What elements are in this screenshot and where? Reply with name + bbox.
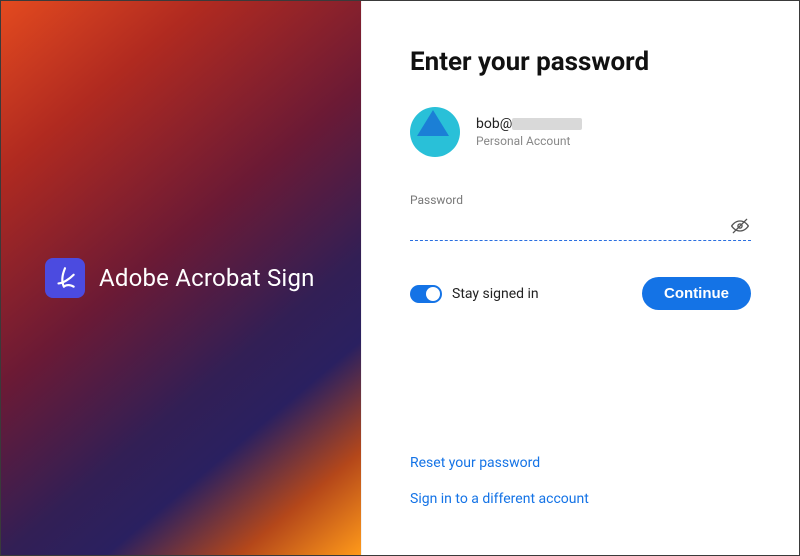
avatar	[410, 107, 460, 157]
stay-signed-in-toggle[interactable]	[410, 285, 442, 303]
stay-signed-in-label: Stay signed in	[452, 286, 539, 302]
password-label: Password	[410, 193, 751, 207]
email-prefix: bob@	[476, 116, 512, 132]
toggle-knob	[426, 287, 440, 301]
window: Adobe Acrobat Sign Enter your password b…	[0, 0, 800, 556]
page-title: Enter your password	[410, 47, 751, 77]
account-identity: bob@ Personal Account	[410, 107, 751, 157]
password-input[interactable]	[410, 214, 729, 238]
product-name: Adobe Acrobat Sign	[99, 264, 315, 292]
brand-lockup: Adobe Acrobat Sign	[45, 258, 315, 298]
account-type: Personal Account	[476, 134, 582, 148]
auth-panel: Enter your password bob@ Personal Accoun…	[361, 1, 799, 555]
brand-pane: Adobe Acrobat Sign	[1, 1, 361, 555]
stay-signed-in: Stay signed in	[410, 285, 539, 303]
account-email: bob@	[476, 116, 582, 132]
toggle-password-visibility-icon[interactable]	[729, 215, 751, 237]
acrobat-sign-icon	[45, 258, 85, 298]
reset-password-link[interactable]: Reset your password	[410, 455, 589, 471]
password-row	[410, 211, 751, 241]
redacted-email-domain	[512, 118, 582, 130]
aux-links: Reset your password Sign in to a differe…	[410, 455, 589, 507]
continue-button[interactable]: Continue	[642, 277, 751, 310]
different-account-link[interactable]: Sign in to a different account	[410, 491, 589, 507]
account-text: bob@ Personal Account	[476, 116, 582, 148]
action-row: Stay signed in Continue	[410, 277, 751, 310]
